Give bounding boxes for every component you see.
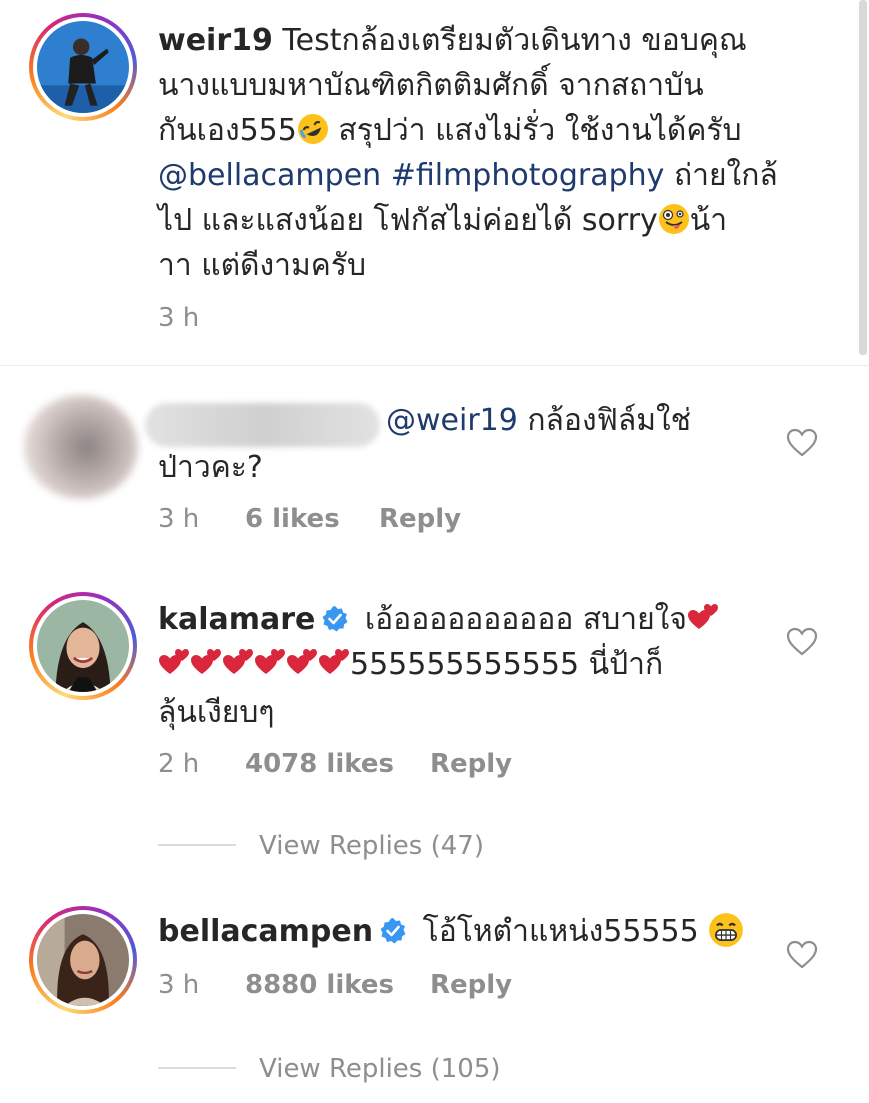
avatar-photo-kalamare: [37, 600, 129, 692]
two-hearts-emoji: [319, 649, 349, 674]
avatar-photo-bellacampen: [37, 914, 129, 1006]
comment-3-line-1: bellacampen โอ้โหตำแหน่ง55555: [158, 909, 744, 955]
comment-timestamp: 3 h: [158, 970, 200, 1000]
caption-divider: [0, 365, 869, 366]
reply-button[interactable]: Reply: [379, 504, 461, 534]
comment-1-line-2: ป่าวคะ?: [158, 450, 263, 485]
caption-line-5: ไป และแสงน้อย โฟกัสไม่ค่อยได้ sorry น้า: [158, 203, 728, 238]
blurred-username[interactable]: [145, 403, 380, 447]
caption-line-4: @bellacampen #filmphotography ถ่ายใกล้: [158, 158, 778, 193]
view-replies-button[interactable]: View Replies (105): [259, 1054, 501, 1084]
view-replies-line: [158, 844, 236, 846]
two-hearts-emoji: [287, 649, 317, 674]
comment-2-line-1: kalamare เอ้ออออออออออ สบายใจ: [158, 597, 719, 643]
reply-button[interactable]: Reply: [430, 749, 512, 779]
view-replies-button[interactable]: View Replies (47): [259, 831, 484, 861]
caption-line-3: กันเอง555 สรุปว่า แสงไม่รั่ว ใช้งานได้คร…: [158, 108, 742, 154]
grinning-face-emoji: [709, 913, 744, 947]
like-heart-icon[interactable]: [786, 940, 818, 970]
reply-button[interactable]: Reply: [430, 970, 512, 1000]
two-hearts-emoji: [255, 649, 285, 674]
avatar-photo-weir19: [37, 21, 129, 113]
two-hearts-emoji: [223, 649, 253, 674]
two-hearts-emoji: [191, 649, 221, 674]
comment-2-line-2: 555555555555 นี่ป้าก็: [158, 642, 663, 688]
two-hearts-emoji: [687, 604, 718, 629]
caption-line-1: weir19 Testกล้องเตรียมตัวเดินทาง ขอบคุณ: [158, 23, 747, 58]
commenter-username[interactable]: bellacampen: [158, 914, 373, 949]
commenter-avatar[interactable]: [29, 906, 137, 1014]
post-timestamp: 3 h: [158, 303, 200, 333]
mention-link[interactable]: @weir19: [386, 403, 518, 438]
likes-count[interactable]: 4078 likes: [245, 749, 394, 779]
view-replies-line: [158, 1067, 236, 1069]
comment-timestamp: 2 h: [158, 749, 200, 779]
rolling-on-floor-laughing-emoji: [297, 114, 328, 144]
two-hearts-emoji: [159, 649, 189, 674]
caption-line-2: นางแบบมหาบัณฑิตกิตติมศักดิ์ จากสถาบัน: [158, 68, 704, 103]
verified-badge-icon: [380, 918, 406, 944]
like-heart-icon[interactable]: [786, 428, 818, 458]
zany-face-emoji: [658, 204, 689, 234]
verified-badge-icon: [322, 606, 348, 632]
likes-count[interactable]: 8880 likes: [245, 970, 394, 1000]
caption-line-6: าา แต่ดีงามครับ: [158, 248, 367, 283]
likes-count[interactable]: 6 likes: [245, 504, 340, 534]
post-username[interactable]: weir19: [158, 23, 273, 58]
comment-2-line-3: ลุ้นเงียบๆ: [158, 695, 275, 730]
commenter-avatar[interactable]: [29, 592, 137, 700]
hashtag-link[interactable]: #filmphotography: [391, 158, 665, 193]
commenter-username[interactable]: kalamare: [158, 602, 315, 637]
post-author-avatar[interactable]: [29, 13, 137, 121]
mention-link[interactable]: @bellacampen: [158, 158, 381, 193]
like-heart-icon[interactable]: [786, 627, 818, 657]
hearts-emoji-row: [158, 647, 350, 682]
blurred-avatar[interactable]: [24, 395, 138, 499]
comment-timestamp: 3 h: [158, 504, 200, 534]
comments-screen: weir19 Testกล้องเตรียมตัวเดินทาง ขอบคุณ …: [0, 0, 869, 1103]
comment-1-line-1: @weir19 กล้องฟิล์มใช่: [386, 403, 692, 438]
scrollbar[interactable]: [859, 0, 867, 355]
